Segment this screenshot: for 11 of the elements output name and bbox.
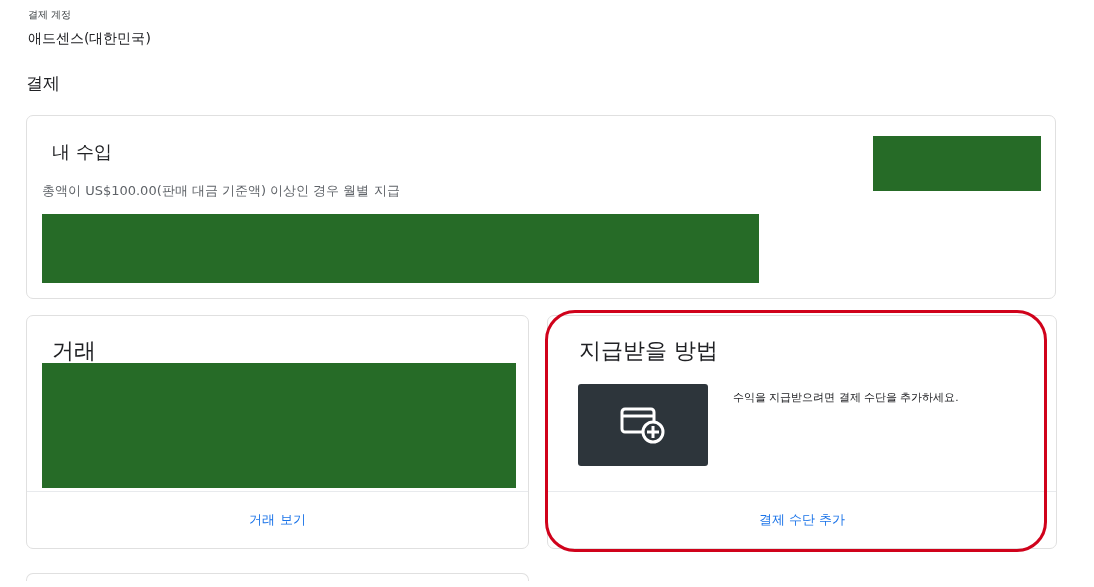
card-title: 거래 (52, 337, 97, 365)
view-transactions-link[interactable]: 거래 보기 (249, 511, 306, 529)
card-add-icon (619, 405, 667, 445)
payout-note: 총액이 US$100.00(판매 대금 기준액) 이상인 경우 월별 지급 (42, 182, 401, 200)
account-name: 애드센스(대한민국) (28, 30, 152, 48)
payment-message: 수익을 지급받으려면 결제 수단을 추가하세요. (733, 391, 959, 405)
card-title: 내 수입 (52, 140, 113, 164)
card-title: 지급받을 방법 (579, 337, 719, 365)
add-payment-link[interactable]: 결제 수단 추가 (758, 511, 846, 529)
section-title: 결제 (26, 72, 61, 95)
account-label: 결제 계정 (28, 8, 73, 22)
